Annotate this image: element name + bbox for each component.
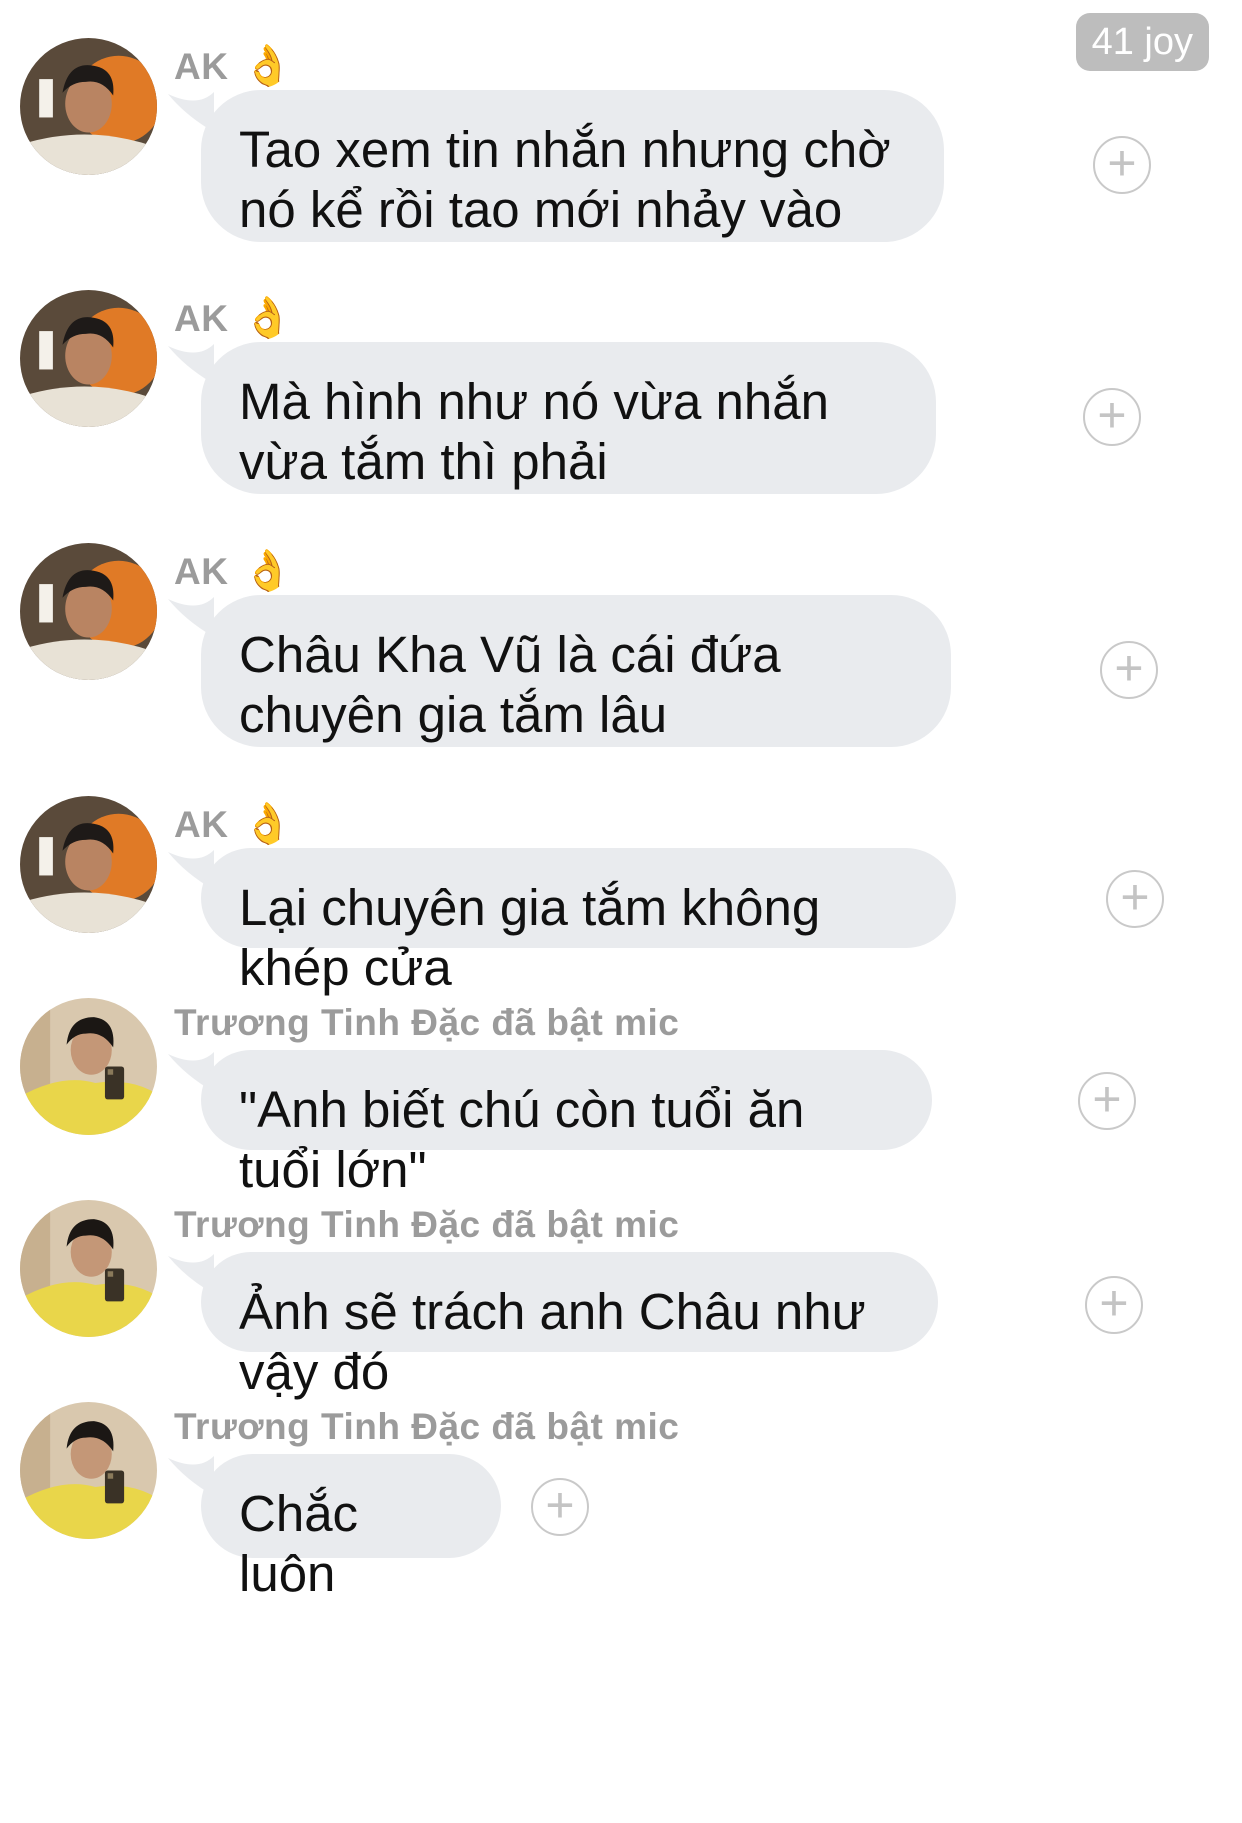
message-text: Lại chuyên gia tắm không khép cửa: [239, 879, 821, 996]
message-text: Mà hình như nó vừa nhắn vừa tắm thì phải: [239, 373, 830, 490]
plus-icon: +: [1120, 869, 1150, 925]
avatar-ak[interactable]: [20, 38, 157, 175]
add-reaction-button[interactable]: +: [1100, 641, 1158, 699]
plus-icon: +: [1097, 387, 1127, 443]
avatar-ak-image: [20, 543, 157, 680]
avatar-ak-image: [20, 38, 157, 175]
plus-icon: +: [1107, 135, 1137, 191]
add-reaction-button[interactable]: +: [531, 1478, 589, 1536]
sender-name: Trương Tinh Đặc đã bật mic: [174, 1002, 680, 1043]
message-bubble[interactable]: Châu Kha Vũ là cái đứa chuyên gia tắm lâ…: [201, 595, 951, 747]
message-bubble[interactable]: "Anh biết chú còn tuổi ăn tuổi lớn": [201, 1050, 932, 1198]
chat-thread: 41 joy AK 👌 Tao xem tin nhắn nhưng chờ nó…: [0, 0, 1242, 1823]
sender-name: AK 👌: [174, 296, 293, 340]
sender-name: AK 👌: [174, 802, 293, 846]
avatar-ak-image: [20, 796, 157, 933]
sender-name: Trương Tinh Đặc đã bật mic: [174, 1204, 680, 1245]
ok-hand-emoji: 👌: [242, 549, 293, 593]
plus-icon: +: [1092, 1071, 1122, 1127]
message-text: "Anh biết chú còn tuổi ăn tuổi lớn": [239, 1081, 805, 1198]
message-bubble[interactable]: Ảnh sẽ trách anh Châu như vậy đó: [201, 1252, 938, 1400]
message-text: Ảnh sẽ trách anh Châu như vậy đó: [239, 1283, 866, 1400]
avatar-truong-tinh-dac-image: [20, 1402, 157, 1539]
message-bubble[interactable]: Tao xem tin nhắn nhưng chờ nó kể rồi tao…: [201, 90, 944, 242]
avatar-truong-tinh-dac[interactable]: [20, 1402, 157, 1539]
message-bubble[interactable]: Chắc luôn: [201, 1454, 501, 1602]
message-bubble[interactable]: Mà hình như nó vừa nhắn vừa tắm thì phải: [201, 342, 936, 494]
avatar-truong-tinh-dac-image: [20, 998, 157, 1135]
plus-icon: +: [1099, 1275, 1129, 1331]
avatar-ak[interactable]: [20, 290, 157, 427]
plus-icon: +: [545, 1477, 575, 1533]
plus-icon: +: [1114, 640, 1144, 696]
ok-hand-emoji: 👌: [242, 802, 293, 846]
message-text: Tao xem tin nhắn nhưng chờ nó kể rồi tao…: [239, 121, 891, 238]
avatar-ak[interactable]: [20, 543, 157, 680]
sender-name: AK 👌: [174, 44, 293, 88]
add-reaction-button[interactable]: +: [1093, 136, 1151, 194]
ok-hand-emoji: 👌: [242, 44, 293, 88]
sender-name: Trương Tinh Đặc đã bật mic: [174, 1406, 680, 1447]
avatar-ak[interactable]: [20, 796, 157, 933]
sender-name: AK 👌: [174, 549, 293, 593]
add-reaction-button[interactable]: +: [1078, 1072, 1136, 1130]
add-reaction-button[interactable]: +: [1085, 1276, 1143, 1334]
message-bubble[interactable]: Lại chuyên gia tắm không khép cửa: [201, 848, 956, 996]
avatar-truong-tinh-dac[interactable]: [20, 998, 157, 1135]
joy-badge: 41 joy: [1075, 13, 1209, 71]
message-text: Chắc luôn: [239, 1485, 359, 1602]
avatar-truong-tinh-dac-image: [20, 1200, 157, 1337]
add-reaction-button[interactable]: +: [1106, 870, 1164, 928]
avatar-ak-image: [20, 290, 157, 427]
ok-hand-emoji: 👌: [242, 296, 293, 340]
avatar-truong-tinh-dac[interactable]: [20, 1200, 157, 1337]
add-reaction-button[interactable]: +: [1083, 388, 1141, 446]
message-text: Châu Kha Vũ là cái đứa chuyên gia tắm lâ…: [239, 626, 781, 743]
